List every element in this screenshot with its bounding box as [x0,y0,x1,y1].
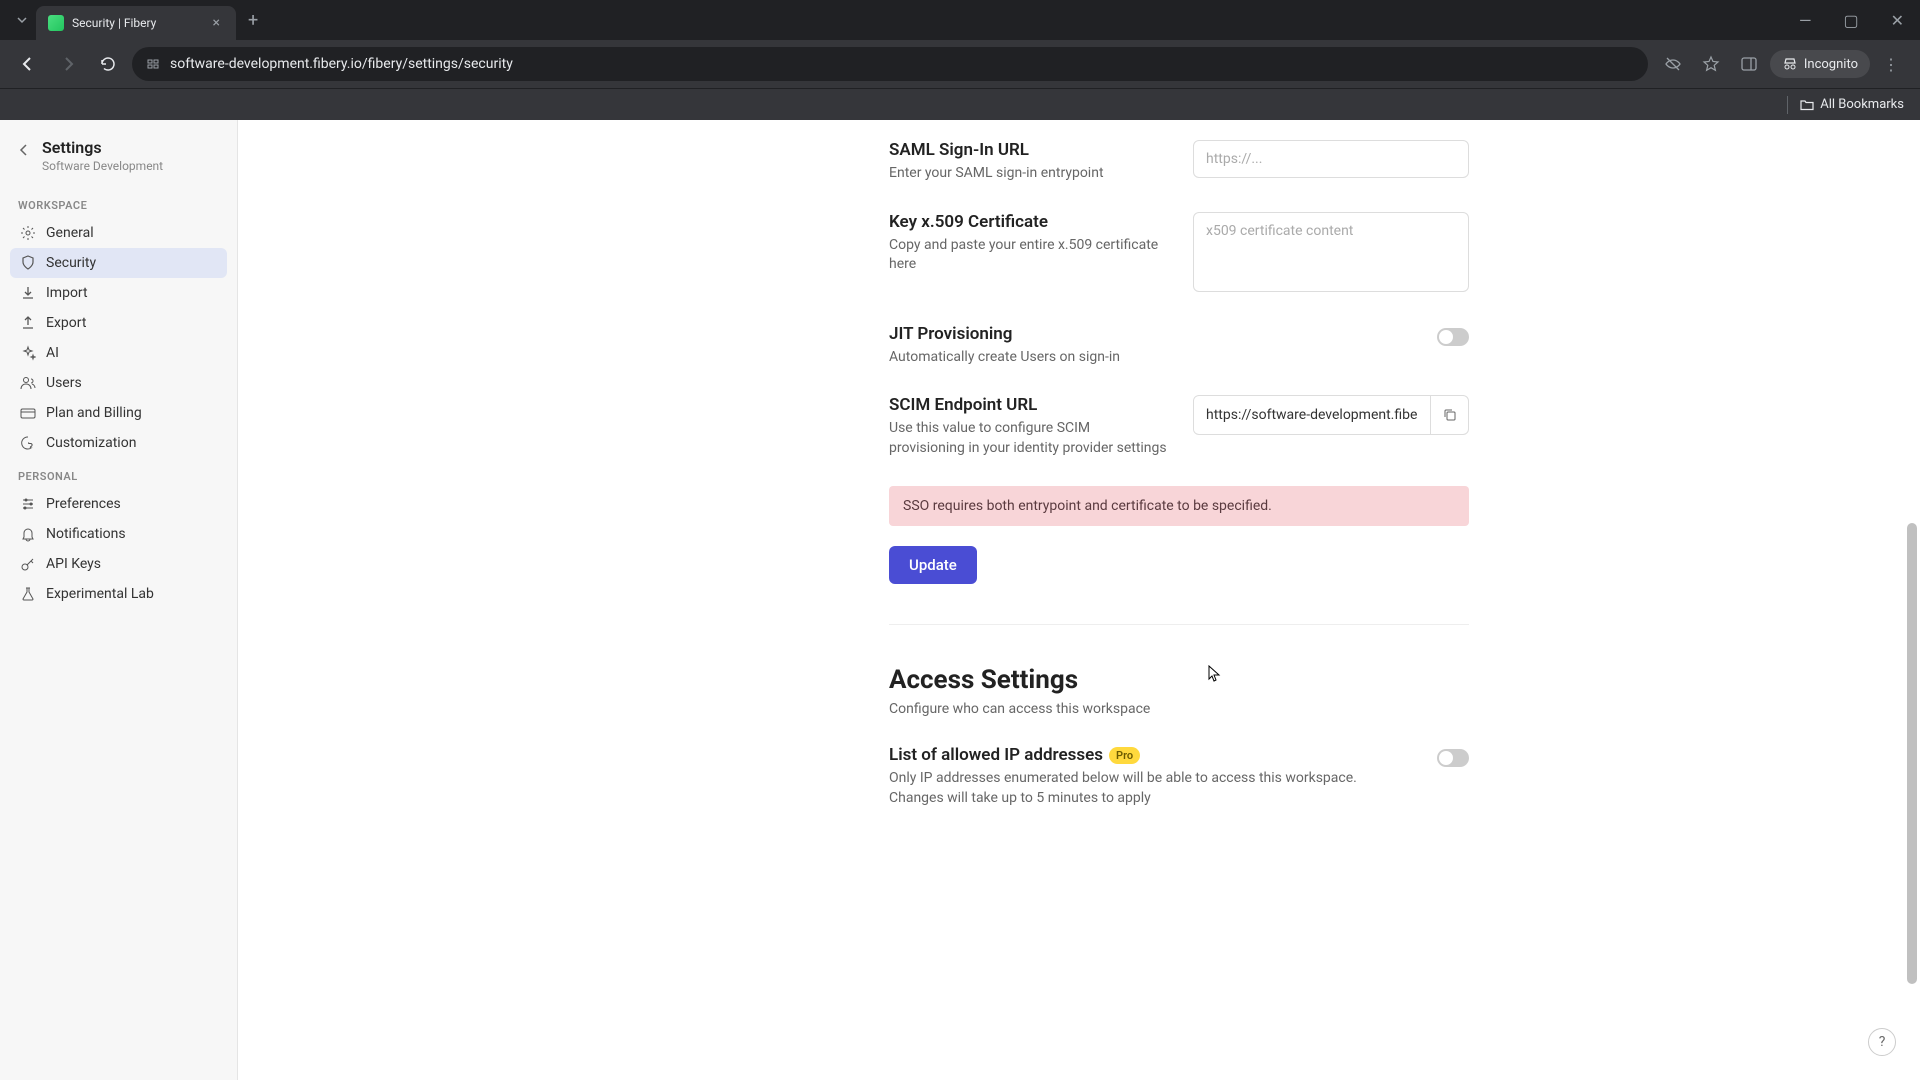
section-divider [889,624,1469,625]
sidebar-item-api-keys[interactable]: API Keys [10,549,227,579]
cert-label: Key x.509 Certificate [889,212,1169,232]
bookmark-star-icon[interactable] [1694,47,1728,81]
reload-button[interactable] [92,48,124,80]
sidebar-item-label: Users [46,375,82,391]
sidebar-item-customization[interactable]: Customization [10,428,227,458]
forward-button[interactable] [52,48,84,80]
scim-url-field[interactable] [1194,397,1430,433]
ip-allowlist-toggle[interactable] [1437,749,1469,767]
scrollbar-thumb[interactable] [1907,523,1917,984]
sidebar-item-label: Experimental Lab [46,586,154,602]
sidebar-item-label: Preferences [46,496,121,512]
saml-url-desc: Enter your SAML sign-in entrypoint [889,164,1169,184]
sidebar-item-security[interactable]: Security [10,248,227,278]
card-icon [20,405,36,421]
minimize-icon[interactable]: — [1791,7,1820,34]
gear-icon [20,225,36,241]
sidebar-item-label: Export [46,315,86,331]
users-icon [20,375,36,391]
sidebar-item-label: AI [46,345,59,361]
sidebar-title: Settings [42,138,163,157]
ip-allowlist-desc: Only IP addresses enumerated below will … [889,769,1413,808]
incognito-icon [1782,56,1798,72]
scrollbar[interactable] [1906,120,1918,1080]
shield-icon [20,255,36,271]
jit-label: JIT Provisioning [889,324,1169,344]
export-icon [20,315,36,331]
sidebar-item-label: Customization [46,435,136,451]
all-bookmarks-button[interactable]: All Bookmarks [1800,97,1904,112]
sidebar-item-users[interactable]: Users [10,368,227,398]
sidebar-item-experimental-lab[interactable]: Experimental Lab [10,579,227,609]
new-tab-button[interactable]: + [248,10,258,31]
update-button[interactable]: Update [889,546,977,584]
panel-icon[interactable] [1732,47,1766,81]
pro-badge: Pro [1109,747,1140,764]
copy-icon [1442,407,1458,423]
bell-icon [20,526,36,542]
help-button[interactable]: ? [1868,1028,1896,1056]
incognito-label: Incognito [1804,57,1858,72]
access-settings-subtitle: Configure who can access this workspace [889,701,1469,717]
sidebar-item-import[interactable]: Import [10,278,227,308]
browser-toolbar: software-development.fibery.io/fibery/se… [0,40,1920,88]
flask-icon [20,586,36,602]
section-heading-workspace: WORKSPACE [10,187,227,218]
site-settings-icon[interactable] [146,57,160,71]
sidebar-item-export[interactable]: Export [10,308,227,338]
sliders-icon [20,496,36,512]
sidebar-item-ai[interactable]: AI [10,338,227,368]
url-text: software-development.fibery.io/fibery/se… [170,56,513,72]
url-bar[interactable]: software-development.fibery.io/fibery/se… [132,47,1648,81]
jit-desc: Automatically create Users on sign-in [889,348,1169,368]
palette-icon [20,435,36,451]
saml-url-input[interactable] [1193,140,1469,178]
sidebar-item-label: Security [46,255,96,271]
sidebar-item-preferences[interactable]: Preferences [10,489,227,519]
sidebar-back-icon[interactable] [16,142,32,158]
menu-icon[interactable]: ⋮ [1874,47,1908,81]
import-icon [20,285,36,301]
sidebar-item-label: General [46,225,94,241]
incognito-badge[interactable]: Incognito [1770,50,1870,78]
bookmarks-bar: All Bookmarks [0,88,1920,120]
tab-title: Security | Fibery [72,16,156,30]
maximize-icon[interactable]: ▢ [1835,7,1866,34]
sidebar-item-label: Notifications [46,526,126,542]
close-window-icon[interactable]: ✕ [1883,7,1912,34]
sidebar-item-label: API Keys [46,556,101,572]
sidebar-item-label: Plan and Billing [46,405,142,421]
sso-error-banner: SSO requires both entrypoint and certifi… [889,486,1469,526]
main-content: SAML Sign-In URL Enter your SAML sign-in… [238,120,1920,1080]
sidebar-item-label: Import [46,285,88,301]
sidebar-item-general[interactable]: General [10,218,227,248]
browser-tab[interactable]: Security | Fibery × [36,6,236,40]
sidebar-item-notifications[interactable]: Notifications [10,519,227,549]
folder-icon [1800,98,1814,112]
access-settings-title: Access Settings [889,665,1469,695]
eye-off-icon[interactable] [1656,47,1690,81]
tab-dropdown-icon[interactable] [8,6,36,34]
settings-sidebar: Settings Software Development WORKSPACE … [0,120,238,1080]
window-controls: — ▢ ✕ [1791,7,1912,34]
cert-textarea[interactable] [1193,212,1469,292]
jit-toggle[interactable] [1437,328,1469,346]
tab-favicon-icon [48,15,64,31]
back-button[interactable] [12,48,44,80]
copy-scim-button[interactable] [1430,396,1468,434]
sparkle-icon [20,345,36,361]
scim-desc: Use this value to configure SCIM provisi… [889,419,1169,458]
cert-desc: Copy and paste your entire x.509 certifi… [889,236,1169,275]
section-heading-personal: PERSONAL [10,458,227,489]
ip-allowlist-title: List of allowed IP addresses Pro [889,745,1413,765]
browser-tab-bar: Security | Fibery × + — ▢ ✕ [0,0,1920,40]
sidebar-subtitle: Software Development [42,159,163,173]
scim-label: SCIM Endpoint URL [889,395,1169,415]
key-icon [20,556,36,572]
sidebar-item-plan-billing[interactable]: Plan and Billing [10,398,227,428]
saml-url-label: SAML Sign-In URL [889,140,1169,160]
tab-close-icon[interactable]: × [209,15,224,31]
